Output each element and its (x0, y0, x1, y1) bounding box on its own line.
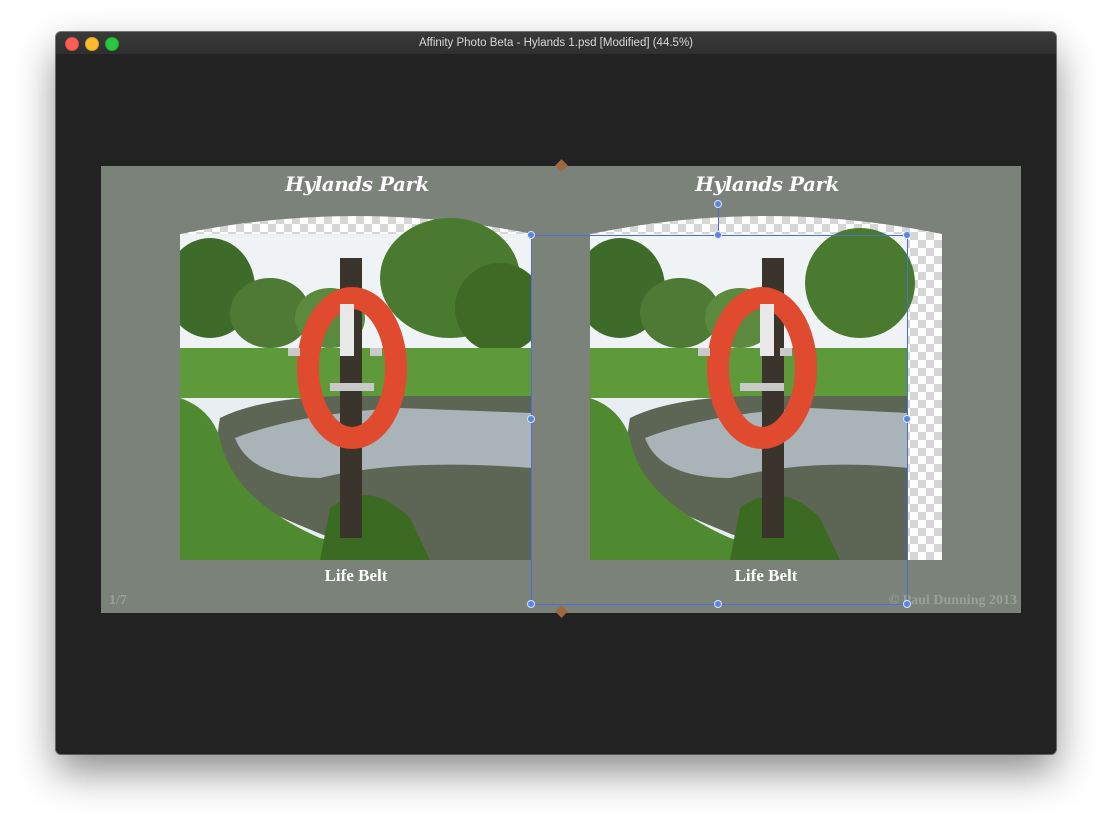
left-photo-layer[interactable] (180, 208, 532, 560)
page-number: 1/7 (109, 593, 127, 608)
right-photo-image (590, 208, 942, 560)
handle-middle-right[interactable] (903, 415, 911, 423)
handle-bottom-right[interactable] (903, 600, 911, 608)
left-panel-caption: Life Belt (324, 566, 388, 585)
handle-bottom-middle[interactable] (714, 600, 722, 608)
left-photo-image (180, 208, 532, 560)
guide-marker-top (555, 159, 568, 172)
right-panel-title: Hylands Park (695, 172, 839, 196)
app-window: Affinity Photo Beta - Hylands 1.psd [Mod… (56, 32, 1056, 754)
rotation-handle[interactable] (714, 200, 722, 208)
handle-middle-left[interactable] (527, 415, 535, 423)
right-panel-caption: Life Belt (734, 566, 798, 585)
handle-top-left[interactable] (527, 231, 535, 239)
left-panel-title: Hylands Park (285, 172, 429, 196)
title-bar[interactable]: Affinity Photo Beta - Hylands 1.psd [Mod… (56, 32, 1056, 55)
handle-top-middle[interactable] (714, 231, 722, 239)
guide-marker-bottom (555, 605, 568, 618)
document-canvas[interactable]: Hylands Park Life Belt Hylands Park Life… (101, 159, 1021, 618)
right-photo-layer[interactable] (590, 208, 942, 560)
window-title: Affinity Photo Beta - Hylands 1.psd [Mod… (418, 37, 693, 49)
handle-top-right[interactable] (903, 231, 911, 239)
canvas-area[interactable]: Hylands Park Life Belt Hylands Park Life… (56, 54, 1056, 754)
handle-bottom-left[interactable] (527, 600, 535, 608)
